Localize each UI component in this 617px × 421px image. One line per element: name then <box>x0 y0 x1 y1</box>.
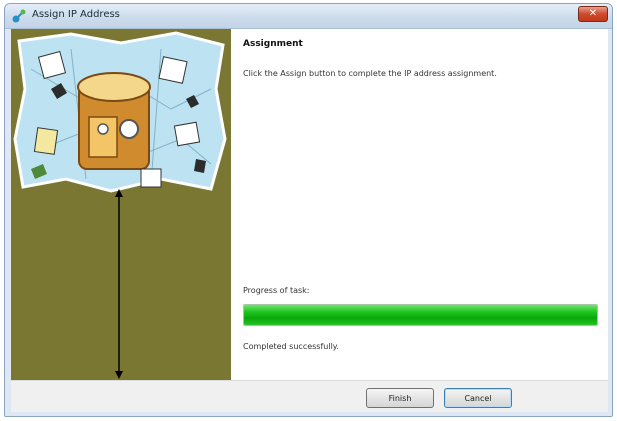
finish-button[interactable]: Finish <box>366 388 434 408</box>
close-icon: ✕ <box>588 8 598 19</box>
network-icon <box>12 9 26 23</box>
wizard-illustration <box>11 29 231 204</box>
page-heading: Assignment <box>243 39 303 49</box>
dialog-client-area: Assignment Click the Assign button to co… <box>11 29 608 412</box>
close-button[interactable]: ✕ <box>578 6 608 22</box>
wizard-side-panel <box>11 29 231 380</box>
progress-label: Progress of task: <box>243 286 310 295</box>
assign-ip-dialog: Assign IP Address ✕ Assignment Click the… <box>4 3 613 417</box>
progress-bar <box>243 304 598 326</box>
title-bar[interactable]: Assign IP Address ✕ <box>5 4 612 29</box>
button-bar: Finish Cancel <box>11 380 608 412</box>
status-text: Completed successfully. <box>243 342 339 351</box>
progress-fill <box>244 305 597 325</box>
wizard-content: Assignment Click the Assign button to co… <box>231 29 608 380</box>
cancel-button[interactable]: Cancel <box>444 388 512 408</box>
window-title: Assign IP Address <box>32 9 120 20</box>
vertical-arrow <box>115 189 123 379</box>
instruction-text: Click the Assign button to complete the … <box>243 69 497 78</box>
